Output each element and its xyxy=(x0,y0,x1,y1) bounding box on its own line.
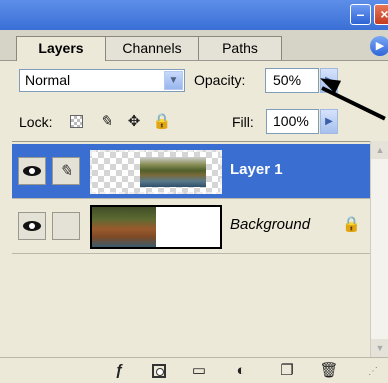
layer-thumbnail-image xyxy=(140,157,206,187)
new-group-icon[interactable]: ▭ xyxy=(188,361,210,381)
layer-style-icon[interactable]: ƒ xyxy=(108,361,130,381)
layers-scrollbar[interactable]: ▲ ▼ xyxy=(370,141,388,357)
layer-row-background[interactable]: Background 🔒 xyxy=(12,199,370,254)
layers-list: ✎ Layer 1 Background 🔒 xyxy=(12,141,370,358)
opacity-input[interactable]: 50% xyxy=(265,68,319,93)
palette-tabs: Layers Channels Paths xyxy=(0,30,388,61)
new-layer-icon[interactable]: ❐ xyxy=(276,361,298,381)
tab-paths[interactable]: Paths xyxy=(198,36,282,60)
lock-transparent-pixels-icon[interactable] xyxy=(66,111,86,133)
layer-brush-indicator[interactable]: ✎ xyxy=(52,157,80,185)
layer-brush-indicator[interactable] xyxy=(52,212,80,240)
lock-icon: 🔒 xyxy=(342,216,361,233)
tab-channels[interactable]: Channels xyxy=(104,36,200,60)
tab-layers[interactable]: Layers xyxy=(16,36,106,61)
visibility-toggle[interactable] xyxy=(18,157,46,185)
layer-thumbnail-image xyxy=(92,207,156,247)
layer-name[interactable]: Background xyxy=(230,215,310,235)
blend-mode-select[interactable]: Normal ▼ xyxy=(19,69,185,92)
brush-icon: ✎ xyxy=(59,163,73,180)
fill-input[interactable]: 100% xyxy=(266,109,319,134)
resize-grip-icon[interactable]: ⋰ xyxy=(368,366,378,377)
lock-image-pixels-icon[interactable]: ✎ xyxy=(96,111,116,133)
palette-titlebar[interactable]: – × xyxy=(0,0,388,30)
delete-layer-icon[interactable]: 🗑 xyxy=(318,361,340,381)
scroll-up-icon[interactable]: ▲ xyxy=(371,141,388,159)
adjustment-layer-icon[interactable]: ◐ xyxy=(230,361,252,381)
layers-toolbar: ƒ ▭ ◐ ❐ 🗑 xyxy=(0,357,388,383)
eye-icon xyxy=(23,221,41,231)
eye-icon xyxy=(23,166,41,176)
close-icon[interactable]: × xyxy=(374,4,388,25)
layer-row-layer-1[interactable]: ✎ Layer 1 xyxy=(12,144,370,199)
layer-thumbnail[interactable] xyxy=(90,205,222,249)
play-right-icon: ▶ xyxy=(325,116,333,127)
blend-mode-value: Normal xyxy=(25,72,71,88)
lock-all-icon[interactable]: 🔒 xyxy=(152,111,172,133)
play-right-icon: ▶ xyxy=(375,40,385,52)
layer-name[interactable]: Layer 1 xyxy=(230,160,283,180)
minimize-icon[interactable]: – xyxy=(350,4,371,25)
palette-menu-button[interactable]: ▶ xyxy=(370,36,388,56)
opacity-label: Opacity: xyxy=(194,72,246,88)
visibility-toggle[interactable] xyxy=(18,212,46,240)
lock-position-icon[interactable]: ✥ xyxy=(124,111,144,133)
scroll-down-icon[interactable]: ▼ xyxy=(371,339,388,357)
lock-label: Lock: xyxy=(19,114,53,130)
fill-label: Fill: xyxy=(232,114,254,130)
layer-thumbnail[interactable] xyxy=(90,150,222,194)
layers-palette: – × Layers Channels Paths ▶ Normal ▼ Opa… xyxy=(0,0,388,383)
chevron-down-icon[interactable]: ▼ xyxy=(164,71,183,90)
layer-mask-icon[interactable] xyxy=(148,361,170,381)
fill-slider-button[interactable]: ▶ xyxy=(320,109,338,134)
